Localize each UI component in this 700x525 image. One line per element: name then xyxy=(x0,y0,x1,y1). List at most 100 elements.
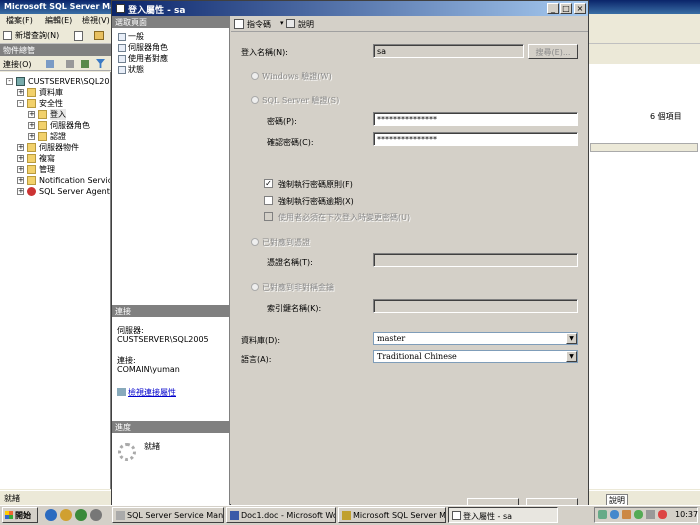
enforce-expiration-label: 強制執行密碼逾期(X) xyxy=(278,197,354,206)
tray-volume-icon[interactable] xyxy=(646,510,655,519)
default-language-select[interactable]: Traditional Chinese ▼ xyxy=(373,350,578,363)
page-icon xyxy=(118,55,126,63)
page-status[interactable]: 狀態 xyxy=(117,64,144,75)
tree-item[interactable]: SQL Server Agent xyxy=(39,186,110,197)
help-icon xyxy=(286,19,295,28)
connect-button[interactable]: 連接(O) xyxy=(3,59,32,70)
tree-item[interactable]: 伺服器物件 xyxy=(39,142,79,153)
tree-expander[interactable]: + xyxy=(17,155,24,162)
explorer-icon[interactable] xyxy=(60,509,72,521)
media-icon[interactable] xyxy=(75,509,87,521)
dialog-icon xyxy=(116,4,125,13)
folder-icon xyxy=(27,143,36,152)
tree-expander[interactable]: - xyxy=(17,100,24,107)
tree-item[interactable]: 管理 xyxy=(39,164,55,175)
tree-expander[interactable]: + xyxy=(28,133,35,140)
windows-auth-label: Windows 驗證(W) xyxy=(262,72,332,81)
tray-app-icon[interactable] xyxy=(610,510,619,519)
search-button[interactable]: 搜尋(E)... xyxy=(528,44,578,59)
confirm-password-label: 確認密碼(C): xyxy=(267,138,314,147)
chevron-down-icon[interactable]: ▼ xyxy=(566,351,577,362)
tree-item[interactable]: 認證 xyxy=(50,131,66,142)
help-button[interactable]: 說明 xyxy=(298,19,314,30)
maximize-button[interactable]: □ xyxy=(560,3,572,14)
filter-icon[interactable] xyxy=(96,59,105,68)
progress-spinner-icon xyxy=(118,443,136,461)
script-icon xyxy=(234,19,244,29)
menu-file[interactable]: 檔案(F) xyxy=(6,15,33,26)
tree-expander[interactable]: + xyxy=(17,188,24,195)
script-button[interactable]: 指令碼 xyxy=(247,19,271,30)
folder-icon xyxy=(27,99,36,108)
enforce-policy-checkbox[interactable]: ✓ xyxy=(264,179,273,188)
tree-item[interactable]: CUSTSERVER\SQL200 xyxy=(28,76,110,87)
task-login-properties[interactable]: 登入屬性 - sa xyxy=(448,507,558,523)
page-user-mapping[interactable]: 使用者對應 xyxy=(117,53,168,64)
tree-expander[interactable]: + xyxy=(17,144,24,151)
tray-network-icon[interactable] xyxy=(598,510,607,519)
open-icon[interactable] xyxy=(94,31,104,40)
page-server-roles[interactable]: 伺服器角色 xyxy=(117,42,168,53)
tree-item[interactable]: 安全性 xyxy=(39,98,63,109)
folder-icon xyxy=(27,187,36,196)
chevron-down-icon[interactable]: ▼ xyxy=(566,333,577,344)
database-label: 資料庫(D): xyxy=(241,336,281,345)
must-change-checkbox[interactable] xyxy=(264,212,273,221)
language-value: Traditional Chinese xyxy=(377,352,457,361)
key-name-select[interactable] xyxy=(373,299,578,313)
refresh-icon[interactable] xyxy=(81,60,89,68)
task-sql-service-manager[interactable]: SQL Server Service Mana... xyxy=(112,507,224,523)
word-icon xyxy=(230,511,239,520)
tree-expander[interactable]: - xyxy=(6,78,13,85)
tree-expander[interactable]: + xyxy=(17,89,24,96)
close-button[interactable]: × xyxy=(574,3,586,14)
key-name-label: 索引鍵名稱(K): xyxy=(267,304,322,313)
disconnect-icon[interactable] xyxy=(46,60,54,68)
tree-item[interactable]: 複寫 xyxy=(39,153,55,164)
task-label: Doc1.doc - Microsoft Word xyxy=(241,511,336,520)
tree-expander[interactable]: + xyxy=(28,122,35,129)
task-label: 登入屬性 - sa xyxy=(463,512,513,521)
dialog-button-strip xyxy=(231,490,588,506)
new-query-button[interactable]: 新增查詢(N) xyxy=(15,30,59,41)
tree-item[interactable]: 資料庫 xyxy=(39,87,63,98)
tray-server-icon[interactable] xyxy=(622,510,631,519)
ie-icon[interactable] xyxy=(45,509,57,521)
task-word-doc[interactable]: Doc1.doc - Microsoft Word xyxy=(226,507,336,523)
tree-expander[interactable]: + xyxy=(28,111,35,118)
task-sql-management[interactable]: Microsoft SQL Server Ma... xyxy=(338,507,446,523)
page-general[interactable]: 一般 xyxy=(117,31,144,42)
login-name-input[interactable]: sa xyxy=(373,44,524,58)
password-input[interactable]: *************** xyxy=(373,112,578,126)
enforce-expiration-checkbox[interactable] xyxy=(264,196,273,205)
language-label: 語言(A): xyxy=(241,355,272,364)
desktop-icon[interactable] xyxy=(90,509,102,521)
map-certificate-radio[interactable] xyxy=(251,238,259,246)
default-database-select[interactable]: master ▼ xyxy=(373,332,578,345)
tree-item[interactable]: Notification Services xyxy=(39,175,110,186)
script-dropdown-icon[interactable]: ▾ xyxy=(280,19,284,27)
windows-auth-radio[interactable] xyxy=(251,72,259,80)
new-file-icon[interactable] xyxy=(74,31,83,41)
tree-item[interactable]: 登入 xyxy=(50,109,66,120)
menu-view[interactable]: 檢視(V) xyxy=(82,15,110,26)
map-asymmetric-key-radio[interactable] xyxy=(251,283,259,291)
confirm-password-input[interactable]: *************** xyxy=(373,132,578,146)
sql-auth-radio[interactable] xyxy=(251,96,259,104)
tray-alert-icon[interactable] xyxy=(658,510,667,519)
minimize-button[interactable]: _ xyxy=(547,3,559,14)
details-column-header[interactable] xyxy=(590,143,698,152)
tray-status-icon[interactable] xyxy=(634,510,643,519)
view-connection-properties-link[interactable]: 檢視連接屬性 xyxy=(117,387,176,398)
stop-icon[interactable] xyxy=(66,60,74,68)
dialog-task-icon xyxy=(452,511,461,520)
server-icon xyxy=(16,77,25,86)
password-label: 密碼(P): xyxy=(267,117,297,126)
tree-expander[interactable]: + xyxy=(17,177,24,184)
tree-expander[interactable]: + xyxy=(17,166,24,173)
menu-edit[interactable]: 編輯(E) xyxy=(45,15,72,26)
tree-item[interactable]: 伺服器角色 xyxy=(50,120,90,131)
task-label: SQL Server Service Mana... xyxy=(127,511,224,520)
progress-header: 進度 xyxy=(112,421,230,433)
certificate-name-select[interactable] xyxy=(373,253,578,267)
